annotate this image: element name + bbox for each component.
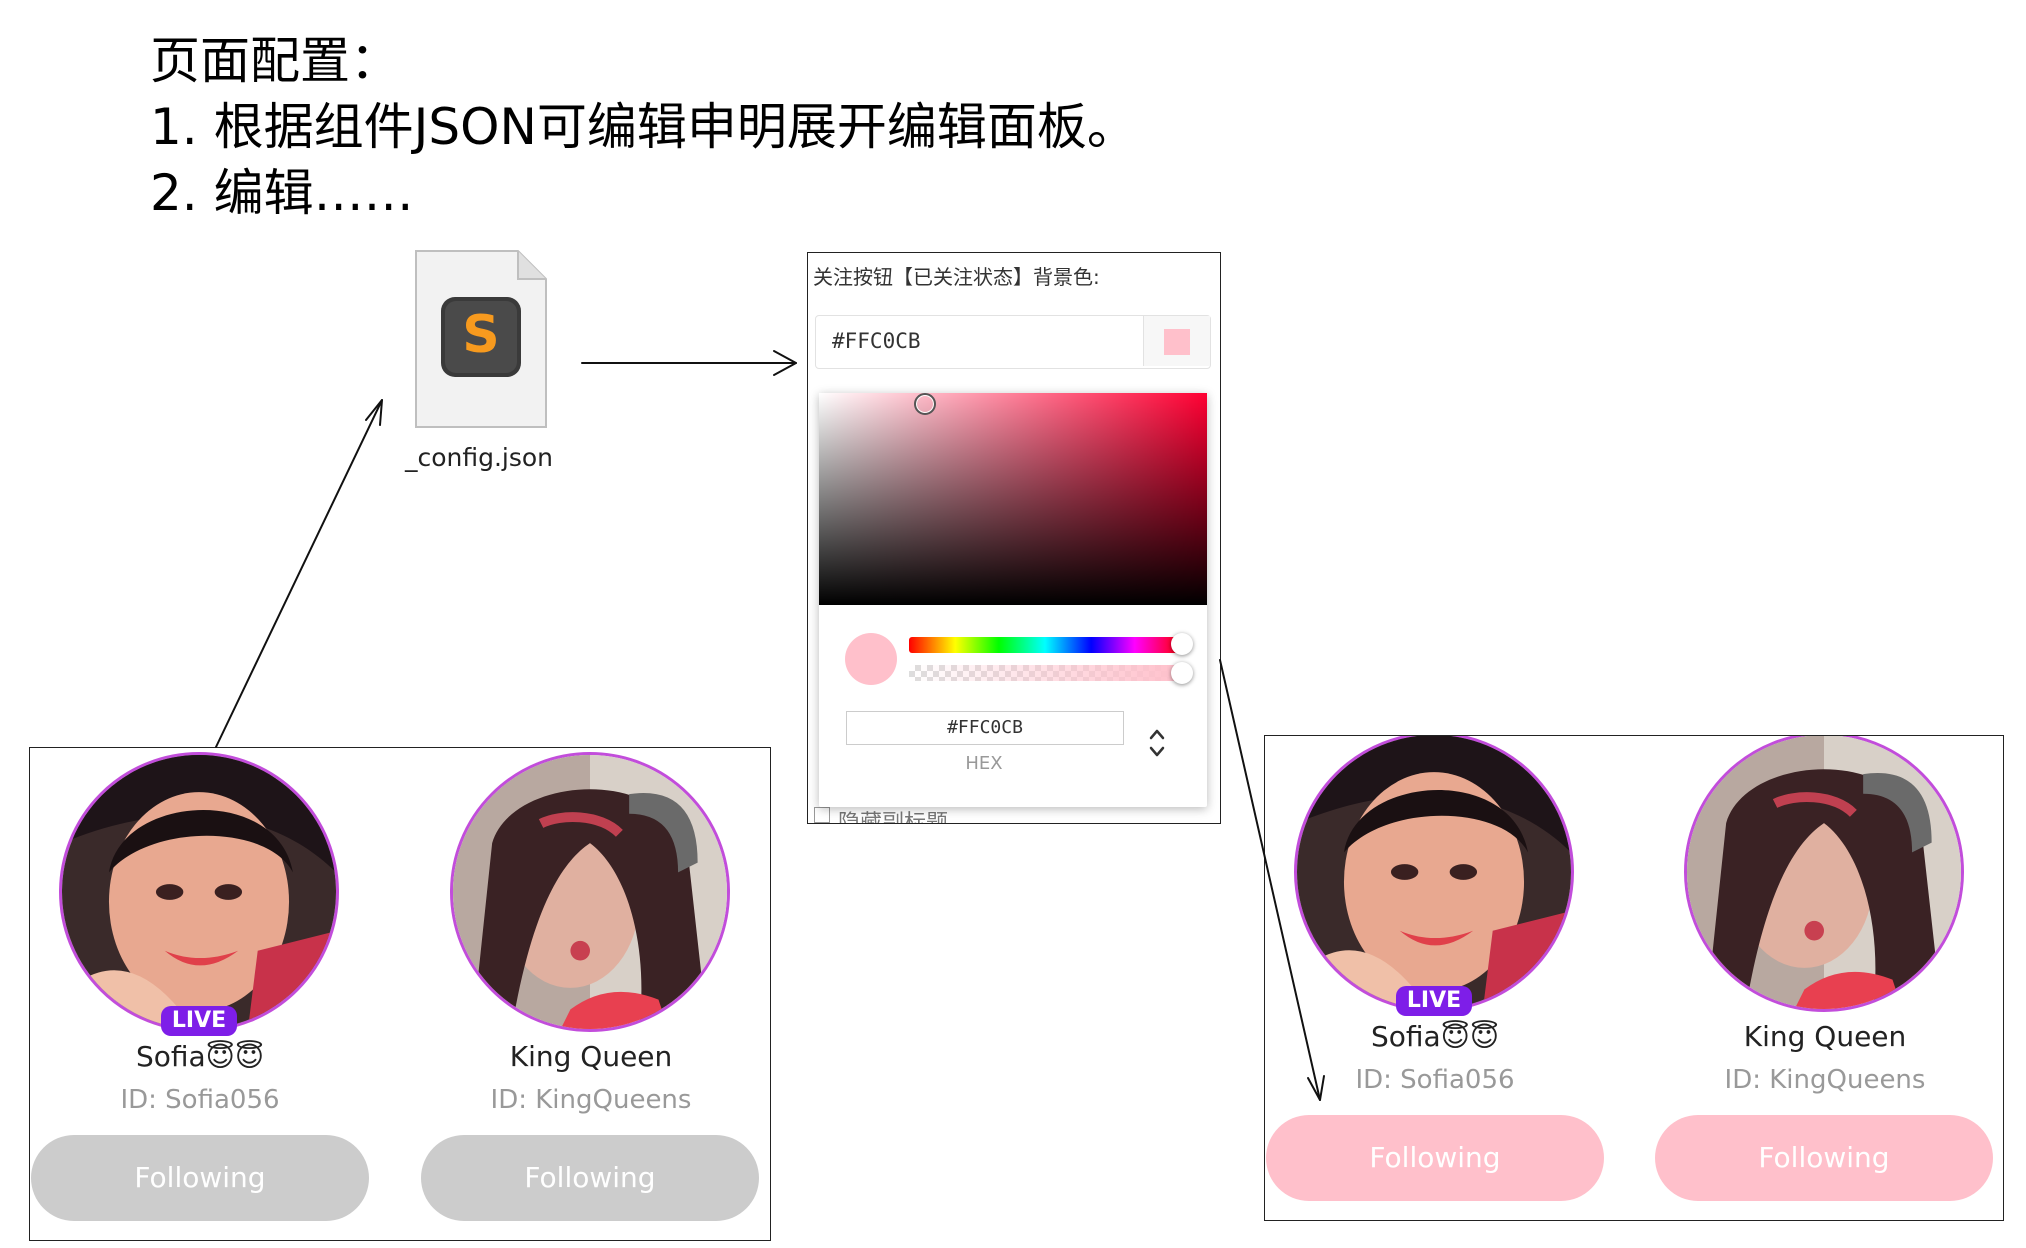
avatar-image [453, 755, 727, 1029]
user-id: ID: Sofia056 [120, 1085, 280, 1115]
avatar[interactable] [450, 752, 730, 1032]
user-name: King Queen [1743, 1020, 1907, 1053]
color-preview [845, 633, 897, 685]
hidden-row-checkbox[interactable] [814, 807, 830, 823]
avatar[interactable] [59, 752, 339, 1032]
color-picker-popup: #FFC0CB HEX [819, 393, 1207, 807]
user-name: Sofia😇😇 [1370, 1020, 1500, 1053]
live-badge: LIVE [1396, 986, 1472, 1016]
avatar-image [1297, 736, 1571, 1009]
following-button[interactable]: Following [1266, 1115, 1604, 1201]
hidden-row-label: 隐藏副标题 [838, 811, 949, 824]
live-badge: LIVE [161, 1006, 237, 1036]
preview-panel-after: LIVE Sofia😇😇 ID: Sofia056 Following King… [1264, 735, 2004, 1221]
alpha-slider-handle[interactable] [1171, 662, 1193, 684]
following-button[interactable]: Following [1655, 1115, 1993, 1201]
user-id: ID: Sofia056 [1355, 1065, 1515, 1095]
saturation-value-area[interactable] [819, 393, 1207, 605]
hue-slider[interactable] [909, 637, 1181, 653]
avatar[interactable] [1294, 736, 1574, 1012]
user-card[interactable]: King Queen ID: KingQueens Following [1655, 736, 1995, 1208]
sublime-text-icon: S [415, 250, 547, 428]
hue-slider-handle[interactable] [1171, 633, 1193, 655]
hex-label: HEX [965, 753, 1003, 774]
avatar-image [62, 755, 336, 1029]
following-button[interactable]: Following [31, 1135, 369, 1221]
user-card[interactable]: King Queen ID: KingQueens Following [421, 748, 761, 1228]
config-file[interactable]: S _config.json [398, 249, 560, 487]
page-heading: 页面配置： 1. 根据组件JSON可编辑申明展开编辑面板。 2. 编辑…… [150, 28, 1137, 226]
user-id: ID: KingQueens [1724, 1065, 1926, 1095]
hex-input[interactable]: #FFC0CB [846, 711, 1124, 745]
avatar[interactable] [1684, 736, 1964, 1012]
heading-step-1: 1. 根据组件JSON可编辑申明展开编辑面板。 [150, 98, 1137, 156]
user-name: King Queen [509, 1040, 673, 1073]
heading-title: 页面配置： [150, 32, 400, 90]
editor-field-label: 关注按钮【已关注状态】背景色: [813, 265, 1100, 289]
user-name: Sofia😇😇 [135, 1040, 265, 1073]
svg-text:S: S [462, 305, 499, 365]
color-editor-panel: 关注按钮【已关注状态】背景色: #FFC0CB 隐藏副标题 #FFC0CB HE… [807, 252, 1221, 824]
file-name: _config.json [404, 443, 554, 472]
following-button[interactable]: Following [421, 1135, 759, 1221]
arrow-panel-to-file [215, 399, 383, 748]
mode-toggle-icon[interactable] [1145, 723, 1169, 763]
color-input[interactable]: #FFC0CB [815, 315, 1211, 369]
color-swatch [1164, 329, 1190, 355]
alpha-slider[interactable] [909, 665, 1181, 681]
user-card[interactable]: LIVE Sofia😇😇 ID: Sofia056 Following [1265, 736, 1605, 1208]
heading-step-2: 2. 编辑…… [150, 164, 414, 222]
color-input-value: #FFC0CB [832, 329, 921, 353]
saturation-handle[interactable] [914, 393, 936, 415]
preview-panel-before: LIVE Sofia😇😇 ID: Sofia056 Following King… [29, 747, 771, 1241]
user-id: ID: KingQueens [490, 1085, 692, 1115]
color-swatch-button[interactable] [1143, 316, 1210, 366]
avatar-image [1687, 736, 1961, 1009]
user-card[interactable]: LIVE Sofia😇😇 ID: Sofia056 Following [30, 748, 370, 1228]
